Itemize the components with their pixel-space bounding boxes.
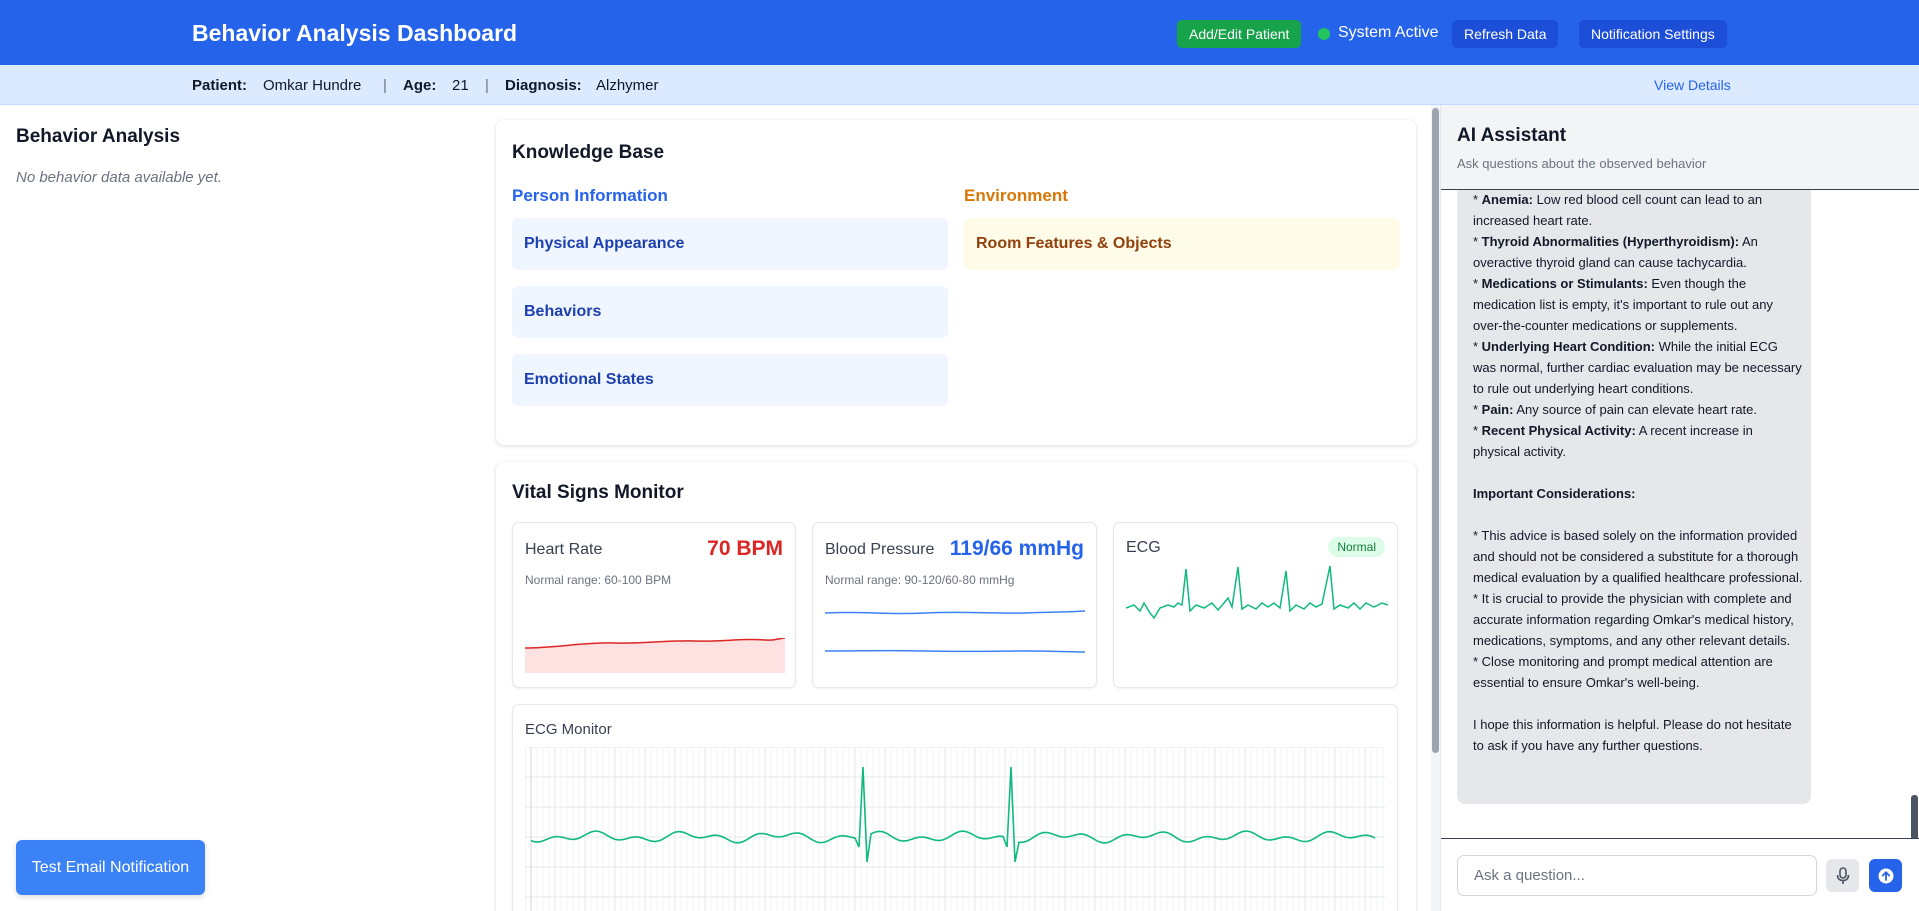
separator: | <box>383 77 387 94</box>
ecg-card: ECG Normal <box>1113 522 1398 688</box>
ecg-waveform <box>530 766 1376 863</box>
message-line: * Underlying Heart Condition: While the … <box>1473 339 1802 396</box>
chat-scrollbar-thumb[interactable] <box>1911 795 1918 840</box>
kb-item-physical-appearance[interactable]: Physical Appearance <box>512 218 948 270</box>
blood-pressure-card: Blood Pressure 119/66 mmHg Normal range:… <box>812 522 1097 688</box>
blood-pressure-label: Blood Pressure <box>825 541 935 558</box>
patient-age: 21 <box>452 77 469 94</box>
patient-diagnosis-label: Diagnosis: <box>505 77 582 94</box>
ecg-status-badge: Normal <box>1328 537 1385 557</box>
ai-assistant-subtitle: Ask questions about the observed behavio… <box>1457 156 1707 171</box>
assistant-message-bubble: * Anemia: Low red blood cell count can l… <box>1457 190 1811 804</box>
closing-line: I hope this information is helpful. Plea… <box>1473 717 1792 753</box>
center-scrollbar-thumb[interactable] <box>1432 108 1439 753</box>
heart-rate-range: Normal range: 60-100 BPM <box>525 573 672 587</box>
environment-heading: Environment <box>964 186 1068 205</box>
test-email-notification-button[interactable]: Test Email Notification <box>16 840 205 895</box>
message-line: * Thyroid Abnormalities (Hyperthyroidism… <box>1473 234 1758 270</box>
heart-rate-card: Heart Rate 70 BPM Normal range: 60-100 B… <box>512 522 796 688</box>
ai-assistant-header: AI Assistant Ask questions about the obs… <box>1441 105 1919 190</box>
view-details-link[interactable]: View Details <box>1654 77 1731 93</box>
behavior-analysis-title: Behavior Analysis <box>16 126 181 147</box>
system-status: System Active <box>1338 24 1439 41</box>
blood-pressure-value: 119/66 mmHg <box>949 537 1084 560</box>
top-header: Behavior Analysis Dashboard Add/Edit Pat… <box>0 0 1919 65</box>
consideration-line: * It is crucial to provide the physician… <box>1473 591 1794 648</box>
patient-name: Omkar Hundre <box>263 77 362 94</box>
person-information-heading: Person Information <box>512 186 668 205</box>
message-line: * Medications or Stimulants: Even though… <box>1473 276 1773 333</box>
kb-item-room-features[interactable]: Room Features & Objects <box>964 218 1400 270</box>
separator: | <box>485 77 489 94</box>
ecg-monitor-title: ECG Monitor <box>525 721 612 738</box>
patient-info-bar: Patient: Omkar Hundre | Age: 21 | Diagno… <box>0 65 1919 105</box>
notification-settings-button[interactable]: Notification Settings <box>1579 20 1727 48</box>
kb-item-emotional-states[interactable]: Emotional States <box>512 354 948 406</box>
add-edit-patient-button[interactable]: Add/Edit Patient <box>1177 20 1302 48</box>
ai-assistant-title: AI Assistant <box>1457 125 1567 146</box>
mic-button[interactable] <box>1826 859 1859 892</box>
blood-pressure-chart <box>825 610 1085 653</box>
heart-rate-sparkline <box>525 638 785 673</box>
patient-name-label: Patient: <box>192 77 248 94</box>
knowledge-base-card: Knowledge Base Person Information Physic… <box>496 120 1416 445</box>
ecg-monitor-card: ECG Monitor <box>512 704 1398 911</box>
status-dot-icon <box>1318 28 1330 40</box>
microphone-icon <box>1836 866 1849 884</box>
message-line: * Pain: Any source of pain can elevate h… <box>1473 402 1758 417</box>
assistant-message-text: * Anemia: Low red blood cell count can l… <box>1473 190 1803 756</box>
consideration-line: * Close monitoring and prompt medical at… <box>1473 654 1773 690</box>
refresh-data-button[interactable]: Refresh Data <box>1452 20 1559 48</box>
considerations-heading: Important Considerations: <box>1473 486 1636 501</box>
vital-signs-title: Vital Signs Monitor <box>512 482 684 503</box>
consideration-line: * This advice is based solely on the inf… <box>1473 528 1803 585</box>
vital-signs-card: Vital Signs Monitor Heart Rate 70 BPM No… <box>496 462 1416 911</box>
blood-pressure-range: Normal range: 90-120/60-80 mmHg <box>825 573 1015 587</box>
ai-assistant-panel: AI Assistant Ask questions about the obs… <box>1440 105 1919 911</box>
message-line: * Anemia: Low red blood cell count can l… <box>1473 192 1763 228</box>
heart-rate-value: 70 BPM <box>707 537 783 560</box>
patient-age-label: Age: <box>403 77 437 94</box>
send-button[interactable] <box>1869 859 1902 892</box>
ecg-sparkline <box>1126 565 1388 620</box>
behavior-empty-text: No behavior data available yet. <box>16 169 222 186</box>
app-title: Behavior Analysis Dashboard <box>192 20 518 46</box>
ecg-label: ECG <box>1126 539 1161 556</box>
message-line: * Recent Physical Activity: A recent inc… <box>1473 423 1753 459</box>
heart-rate-label: Heart Rate <box>525 541 603 558</box>
chat-input-area <box>1441 838 1919 911</box>
ask-question-input[interactable] <box>1457 855 1817 896</box>
patient-diagnosis: Alzhymer <box>596 77 659 94</box>
send-arrow-icon <box>1878 868 1893 883</box>
ecg-monitor-chart <box>525 747 1385 911</box>
knowledge-base-title: Knowledge Base <box>512 142 665 163</box>
kb-item-behaviors[interactable]: Behaviors <box>512 286 948 338</box>
